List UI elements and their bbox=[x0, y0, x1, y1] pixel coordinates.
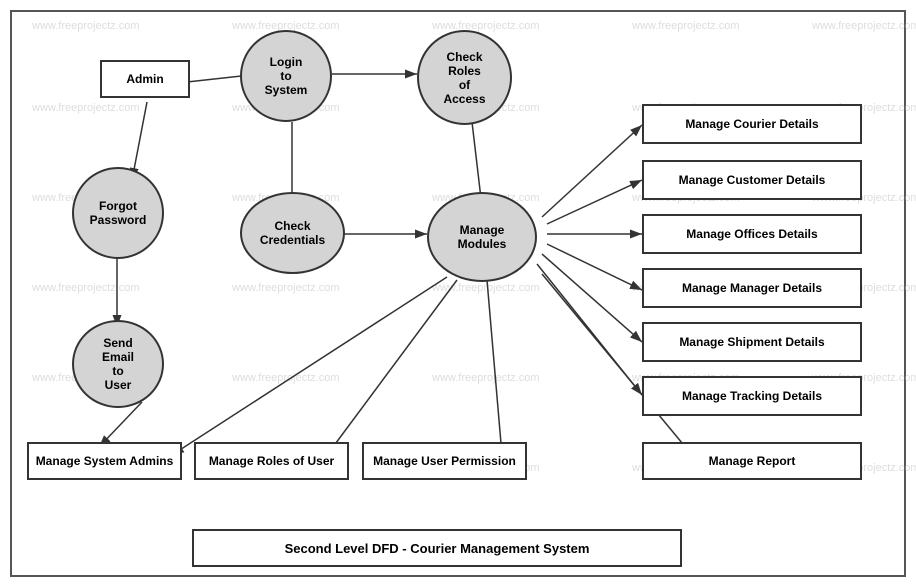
forgot-password-node: Forgot Password bbox=[72, 167, 164, 259]
manage-system-admins-node: Manage System Admins bbox=[27, 442, 182, 480]
manage-user-permission-node: Manage User Permission bbox=[362, 442, 527, 480]
manage-offices-details-node: Manage Offices Details bbox=[642, 214, 862, 254]
check-credentials-node: Check Credentials bbox=[240, 192, 345, 274]
send-email-node: Send Email to User bbox=[72, 320, 164, 408]
manage-customer-details-node: Manage Customer Details bbox=[642, 160, 862, 200]
login-node: Login to System bbox=[240, 30, 332, 122]
watermark-23: www.freeprojectz.com bbox=[432, 372, 540, 384]
manage-modules-node: Manage Modules bbox=[427, 192, 537, 282]
watermark-3: www.freeprojectz.com bbox=[432, 20, 540, 32]
watermark-6: www.freeprojectz.com bbox=[32, 102, 140, 114]
manage-report-node: Manage Report bbox=[642, 442, 862, 480]
manage-tracking-details-node: Manage Tracking Details bbox=[642, 376, 862, 416]
diagram-title: Second Level DFD - Courier Management Sy… bbox=[192, 529, 682, 567]
check-roles-node: Check Roles of Access bbox=[417, 30, 512, 125]
watermark-18: www.freeprojectz.com bbox=[432, 282, 540, 294]
manage-courier-details-node: Manage Courier Details bbox=[642, 104, 862, 144]
admin-node: Admin bbox=[100, 60, 190, 98]
manage-shipment-details-node: Manage Shipment Details bbox=[642, 322, 862, 362]
watermark-5: www.freeprojectz.com bbox=[812, 20, 916, 32]
manage-roles-of-user-node: Manage Roles of User bbox=[194, 442, 349, 480]
watermark-16: www.freeprojectz.com bbox=[32, 282, 140, 294]
watermark-1: www.freeprojectz.com bbox=[32, 20, 140, 32]
watermark-22: www.freeprojectz.com bbox=[232, 372, 340, 384]
watermark-4: www.freeprojectz.com bbox=[632, 20, 740, 32]
manage-manager-details-node: Manage Manager Details bbox=[642, 268, 862, 308]
watermark-17: www.freeprojectz.com bbox=[232, 282, 340, 294]
diagram-container: www.freeprojectz.com www.freeprojectz.co… bbox=[10, 10, 906, 577]
